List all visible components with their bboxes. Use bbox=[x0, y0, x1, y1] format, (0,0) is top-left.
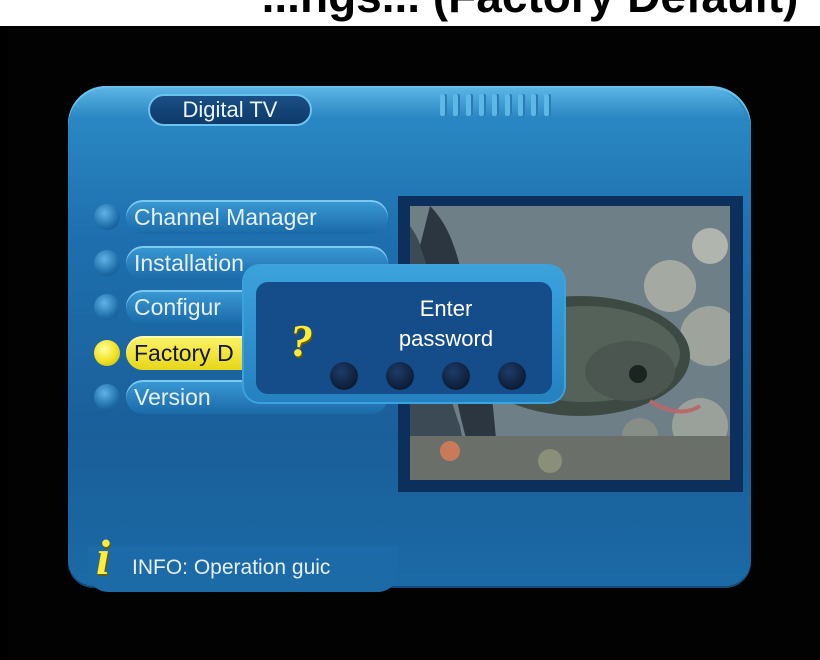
dialog-title-line2: password bbox=[398, 326, 494, 351]
password-digit-3[interactable] bbox=[442, 362, 470, 390]
menu-item-label: Channel Manager bbox=[126, 200, 388, 234]
menu-bullet-selected-icon bbox=[94, 340, 120, 366]
info-text: INFO: Operation guic bbox=[132, 556, 331, 579]
question-mark-icon: ? bbox=[290, 315, 313, 366]
menu-bullet-icon bbox=[94, 384, 120, 410]
menu-bullet-icon bbox=[94, 294, 120, 320]
password-digit-4[interactable] bbox=[498, 362, 526, 390]
caption-text: ...ngs... (Factory Default) bbox=[262, 0, 799, 22]
decorative-grille bbox=[440, 94, 551, 116]
password-dialog[interactable]: ? Enter password bbox=[244, 266, 564, 402]
menu-bullet-icon bbox=[94, 204, 120, 230]
app-title: Digital TV bbox=[148, 94, 312, 126]
info-i-icon: i bbox=[96, 529, 110, 585]
password-dialog-body: ? Enter password bbox=[256, 282, 552, 394]
password-digit-1[interactable] bbox=[330, 362, 358, 390]
password-digit-2[interactable] bbox=[386, 362, 414, 390]
menu-bullet-icon bbox=[94, 250, 120, 276]
dialog-title-line1: Enter bbox=[419, 296, 473, 321]
menu-item-channel-manager[interactable]: Channel Manager bbox=[94, 200, 394, 234]
top-caption: ...ngs... (Factory Default) bbox=[0, 0, 820, 26]
